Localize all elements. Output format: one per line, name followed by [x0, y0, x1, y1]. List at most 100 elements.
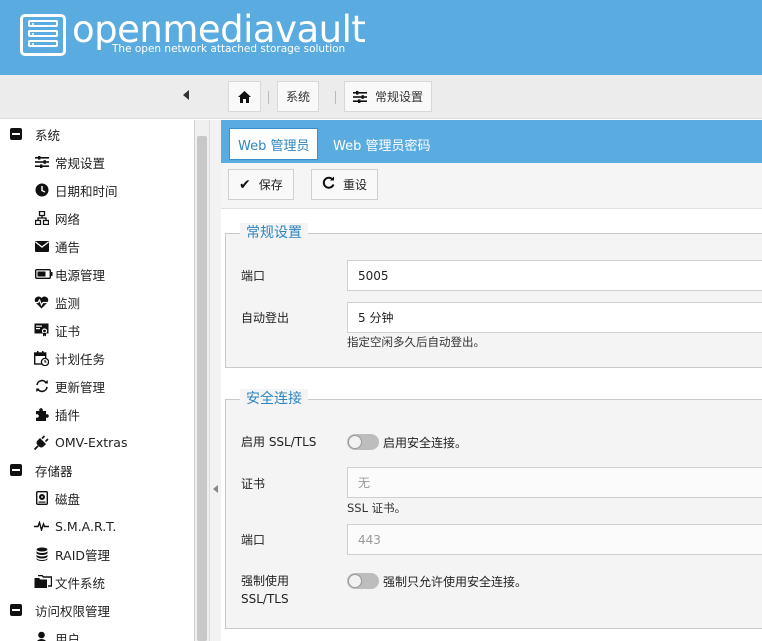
- home-button[interactable]: [228, 81, 261, 112]
- panel-splitter[interactable]: [209, 120, 221, 641]
- sidebar-group-storage[interactable]: 存储器: [0, 456, 194, 484]
- sidebar-item-label: 监测: [55, 295, 81, 311]
- sidebar-group-access-rights[interactable]: 访问权限管理: [0, 596, 194, 624]
- port-input[interactable]: 5005: [347, 260, 762, 291]
- sidebar-item-filesystems[interactable]: 文件系统: [0, 568, 194, 596]
- sidebar-item-label: 常规设置: [55, 155, 106, 171]
- pulse-icon: [34, 519, 49, 534]
- sidebar-item-disks[interactable]: 磁盘: [0, 484, 194, 512]
- tab-web-admin[interactable]: Web 管理员: [229, 128, 319, 160]
- sidebar-item-label: 日期和时间: [55, 183, 118, 199]
- force-ssl-toggle[interactable]: [347, 573, 379, 589]
- sidebar-item-certificates[interactable]: 证书: [0, 316, 194, 344]
- sidebar-item-smart[interactable]: S.M.A.R.T.: [0, 512, 194, 540]
- force-ssl-label-line1: 强制使用: [241, 574, 290, 588]
- autologout-hint: 指定空闲多久后自动登出。: [347, 335, 485, 349]
- collapse-minus-icon[interactable]: [10, 128, 22, 140]
- sidebar-item-label: 磁盘: [55, 491, 81, 507]
- certificate-select[interactable]: 无: [347, 467, 762, 498]
- undo-icon: [322, 176, 335, 193]
- sidebar-group-system[interactable]: 系统: [0, 120, 194, 148]
- reset-button[interactable]: 重设: [311, 169, 379, 200]
- section-title: 安全连接: [240, 389, 308, 409]
- breadcrumb-system[interactable]: 系统: [277, 81, 320, 112]
- sidebar-item-label: 网络: [55, 211, 81, 227]
- force-ssl-toggle-label: 强制只允许使用安全连接。: [383, 575, 528, 589]
- general-settings-section: 常规设置 端口 5005 自动登出 5 分钟 指定空闲多久后自动登出。: [225, 223, 762, 368]
- sidebar-item-network[interactable]: 网络: [0, 204, 194, 232]
- ssl-port-input[interactable]: 443: [347, 524, 762, 555]
- save-button-label: 保存: [258, 178, 283, 192]
- sidebar-item-plugins[interactable]: 插件: [0, 400, 194, 428]
- main-panel: Web 管理员 Web 管理员密码 ✔ 保存 重设 常规设置 端口 5005 自…: [221, 120, 762, 641]
- sidebar-item-label: S.M.A.R.T.: [55, 518, 117, 534]
- sidebar-group-label: 存储器: [35, 463, 73, 479]
- reset-button-label: 重设: [343, 178, 368, 192]
- check-icon: ✔: [239, 176, 251, 193]
- certificate-label: 证书: [241, 477, 266, 491]
- collapse-minus-icon[interactable]: [10, 604, 22, 616]
- calendar-clock-icon: [34, 350, 49, 366]
- collapse-minus-icon[interactable]: [10, 464, 22, 476]
- sidebar-item-label: 插件: [55, 407, 81, 423]
- sidebar-item-monitoring[interactable]: 监测: [0, 288, 194, 316]
- folders-icon: [34, 575, 52, 590]
- breadcrumb-bar: 系统 常规设置: [0, 75, 762, 119]
- database-icon: [34, 547, 49, 562]
- heartbeat-icon: [34, 295, 49, 310]
- mail-icon: [34, 239, 49, 254]
- harddisk-icon: [34, 491, 49, 506]
- app-header: openmediavault The open network attached…: [0, 0, 762, 75]
- autologout-select[interactable]: 5 分钟: [347, 302, 762, 333]
- scrollbar-thumb[interactable]: [197, 136, 207, 641]
- sidebar-item-raid[interactable]: RAID管理: [0, 540, 194, 568]
- sidebar-item-date-time[interactable]: 日期和时间: [0, 176, 194, 204]
- battery-icon: [34, 267, 53, 282]
- ssl-toggle-label: 启用安全连接。: [383, 436, 468, 450]
- breadcrumb-label: 常规设置: [375, 90, 424, 104]
- user-icon: [34, 631, 49, 641]
- certificate-hint: SSL 证书。: [347, 501, 407, 515]
- plug-icon: [34, 434, 49, 450]
- breadcrumb-general-settings[interactable]: 常规设置: [344, 81, 433, 112]
- sidebar-item-notification[interactable]: 通告: [0, 232, 194, 260]
- collapse-sidebar-icon[interactable]: [183, 90, 189, 100]
- sidebar-item-label: OMV-Extras: [55, 434, 128, 450]
- sidebar-scrollbar[interactable]: [195, 120, 209, 641]
- sidebar-item-label: 文件系统: [55, 575, 106, 591]
- sidebar-item-power[interactable]: 电源管理: [0, 260, 194, 288]
- logo-icon: [20, 14, 66, 56]
- save-button[interactable]: ✔ 保存: [228, 169, 294, 200]
- puzzle-icon: [34, 407, 49, 422]
- sidebar-item-scheduled-tasks[interactable]: 计划任务: [0, 344, 194, 372]
- sidebar-item-label: 证书: [55, 323, 81, 339]
- sliders-icon: [34, 155, 49, 170]
- certificate-icon: [34, 323, 49, 338]
- sidebar-item-label: 通告: [55, 239, 81, 255]
- brand-tagline: The open network attached storage soluti…: [112, 43, 346, 55]
- network-icon: [34, 211, 49, 226]
- port-label: 端口: [241, 269, 266, 283]
- secure-connection-section: 安全连接 启用 SSL/TLS 启用安全连接。 证书 无 SSL 证书。 端口 …: [225, 389, 762, 629]
- sidebar-nav: 系统 常规设置 日期和时间 网络 通告 电源管理 监测 证书 计划任务 更新管理…: [0, 120, 195, 641]
- sidebar-item-users[interactable]: 用户: [0, 624, 194, 641]
- tab-web-admin-password[interactable]: Web 管理员密码: [325, 128, 438, 160]
- ssl-port-label: 端口: [241, 533, 266, 547]
- force-ssl-label-line2: SSL/TLS: [241, 592, 289, 606]
- section-title: 常规设置: [240, 223, 308, 243]
- sidebar-group-label: 访问权限管理: [35, 603, 111, 619]
- collapse-arrow-icon[interactable]: [213, 485, 218, 493]
- sidebar-item-label: 更新管理: [55, 379, 106, 395]
- sidebar-item-label: RAID管理: [55, 547, 111, 563]
- home-icon: [238, 90, 251, 103]
- refresh-icon: [34, 379, 49, 394]
- sidebar-item-update-management[interactable]: 更新管理: [0, 372, 194, 400]
- sidebar-item-general-settings[interactable]: 常规设置: [0, 148, 194, 176]
- sidebar-item-label: 用户: [55, 631, 81, 641]
- sidebar-group-label: 系统: [35, 127, 61, 143]
- sidebar-item-omv-extras[interactable]: OMV-Extras: [0, 428, 194, 456]
- clock-icon: [34, 183, 49, 198]
- tab-bar: Web 管理员 Web 管理员密码: [221, 120, 762, 163]
- sliders-icon: [353, 90, 367, 103]
- ssl-toggle[interactable]: [347, 434, 379, 450]
